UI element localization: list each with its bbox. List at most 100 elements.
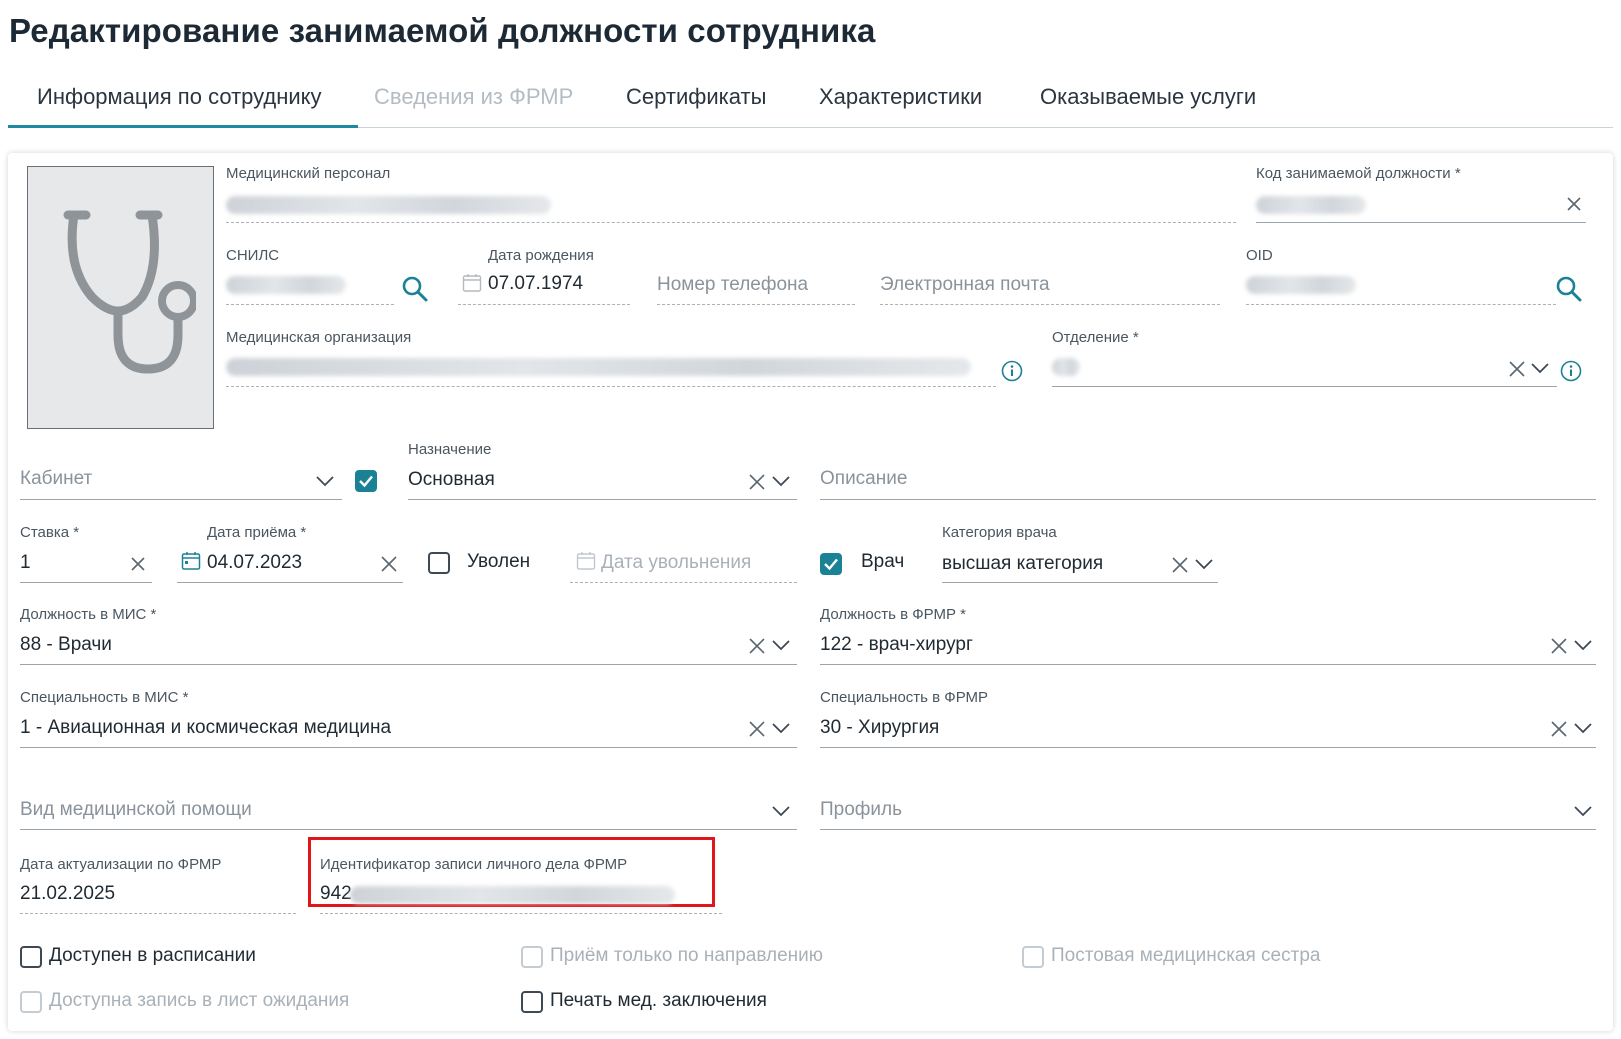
- chevron-down-icon[interactable]: [1574, 805, 1592, 817]
- print-conclusion-checkbox[interactable]: [521, 991, 543, 1013]
- position-code-label: Код занимаемой должности *: [1256, 165, 1461, 182]
- oid-label: OID: [1246, 247, 1273, 264]
- rate-label: Ставка *: [20, 524, 80, 541]
- stethoscope-icon: [56, 207, 196, 382]
- dismissal-date-field: Дата увольнения: [601, 552, 752, 573]
- profile-underline: [820, 829, 1596, 830]
- clear-icon[interactable]: [381, 556, 397, 572]
- assignment-value: Основная: [408, 469, 495, 490]
- snils-value-redacted: [226, 276, 346, 294]
- tab-services[interactable]: Оказываемые услуги: [1040, 84, 1256, 110]
- calendar-icon: [576, 551, 596, 571]
- chevron-down-icon[interactable]: [1531, 362, 1549, 374]
- frmr-record-id-value-redacted: [350, 886, 675, 904]
- frmr-update-date-label: Дата актуализации по ФРМР: [20, 856, 222, 873]
- assignment-select[interactable]: [408, 499, 797, 500]
- profile-select[interactable]: Профиль: [820, 799, 902, 821]
- dismissed-label: Уволен: [467, 551, 531, 572]
- doctor-checkbox[interactable]: [820, 553, 842, 575]
- position-code-field[interactable]: [1256, 222, 1586, 223]
- clear-icon[interactable]: [1509, 361, 1525, 377]
- cabinet-select[interactable]: Кабинет: [20, 468, 92, 490]
- info-icon[interactable]: [1001, 360, 1023, 382]
- mis-position-select[interactable]: [20, 664, 797, 665]
- email-field[interactable]: Электронная почта: [880, 274, 1050, 296]
- hire-date-field-underline: [177, 582, 403, 583]
- frmr-record-id-label: Идентификатор записи личного дела ФРМР: [320, 856, 628, 873]
- phone-field-underline: [657, 304, 855, 305]
- doctor-category-label: Категория врача: [942, 524, 1057, 541]
- chevron-down-icon[interactable]: [316, 475, 334, 487]
- assignment-label: Назначение: [408, 441, 492, 458]
- calendar-icon[interactable]: [181, 551, 201, 571]
- clear-icon[interactable]: [749, 474, 765, 490]
- snils-field[interactable]: [226, 304, 394, 305]
- referral-only-label: Приём только по направлению: [550, 945, 824, 966]
- rate-field-underline: [20, 582, 152, 583]
- clear-icon[interactable]: [1551, 721, 1567, 737]
- medical-organization-field[interactable]: [226, 386, 996, 387]
- tab-certificates[interactable]: Сертификаты: [626, 84, 766, 110]
- hire-date-value[interactable]: 04.07.2023: [207, 552, 302, 574]
- doctor-category-value: высшая категория: [942, 553, 1104, 574]
- birth-date-field[interactable]: [458, 304, 630, 305]
- position-code-value-redacted: [1256, 196, 1366, 214]
- search-icon[interactable]: [1556, 276, 1582, 302]
- chevron-down-icon[interactable]: [772, 475, 790, 487]
- search-icon[interactable]: [402, 276, 428, 302]
- frmr-specialty-select[interactable]: [820, 747, 1596, 748]
- dismissed-checkbox[interactable]: [428, 552, 450, 574]
- chevron-down-icon[interactable]: [1195, 558, 1213, 570]
- doctor-category-select[interactable]: [942, 582, 1218, 583]
- email-field-underline: [880, 304, 1220, 305]
- oid-field[interactable]: [1246, 304, 1556, 305]
- frmr-specialty-label: Специальность в ФРМР: [820, 689, 989, 706]
- mis-specialty-label: Специальность в МИС *: [20, 689, 189, 706]
- chevron-down-icon[interactable]: [1574, 722, 1592, 734]
- tab-active-indicator: [8, 125, 358, 128]
- frmr-record-id-prefix: 942: [320, 883, 352, 904]
- chevron-down-icon[interactable]: [772, 639, 790, 651]
- mis-specialty-select[interactable]: [20, 747, 797, 748]
- clear-icon[interactable]: [749, 638, 765, 654]
- cabinet-checkbox[interactable]: [355, 470, 377, 492]
- birth-date-label: Дата рождения: [488, 247, 594, 264]
- medical-staff-label: Медицинский персонал: [226, 165, 391, 182]
- info-icon[interactable]: [1560, 360, 1582, 382]
- tab-characteristics[interactable]: Характеристики: [819, 84, 982, 110]
- clear-icon[interactable]: [1551, 638, 1567, 654]
- medical-staff-field[interactable]: [226, 222, 1236, 223]
- page-title: Редактирование занимаемой должности сотр…: [9, 12, 876, 49]
- clear-icon[interactable]: [131, 557, 145, 571]
- frmr-position-select[interactable]: [820, 664, 1596, 665]
- medical-organization-value-redacted: [226, 358, 971, 376]
- avatar: [27, 166, 214, 429]
- rate-value[interactable]: 1: [20, 552, 31, 574]
- chevron-down-icon[interactable]: [772, 805, 790, 817]
- clear-icon[interactable]: [749, 721, 765, 737]
- cabinet-field-underline: [20, 499, 342, 500]
- frmr-update-date-value: 21.02.2025: [20, 883, 116, 904]
- chevron-down-icon[interactable]: [772, 722, 790, 734]
- available-in-schedule-checkbox[interactable]: [20, 946, 42, 968]
- chevron-down-icon[interactable]: [1574, 639, 1592, 651]
- birth-date-value: 07.07.1974: [488, 273, 584, 294]
- mis-position-value: 88 - Врачи: [20, 634, 112, 655]
- department-field[interactable]: [1052, 386, 1557, 387]
- phone-field[interactable]: Номер телефона: [657, 274, 808, 296]
- medical-staff-value-redacted: [226, 196, 551, 214]
- frmr-update-date-field: [20, 913, 296, 914]
- clear-icon[interactable]: [1172, 557, 1188, 573]
- tab-employee-info[interactable]: Информация по сотруднику: [37, 84, 322, 110]
- calendar-icon: [462, 273, 482, 293]
- department-value-redacted: [1052, 358, 1080, 376]
- frmr-position-value: 122 - врач-хирург: [820, 634, 973, 655]
- hire-date-label: Дата приёма *: [207, 524, 307, 541]
- description-field[interactable]: Описание: [820, 468, 907, 490]
- available-in-schedule-label: Доступен в расписании: [49, 945, 256, 966]
- clear-icon[interactable]: [1567, 197, 1581, 211]
- department-label: Отделение *: [1052, 329, 1139, 346]
- ward-nurse-label: Постовая медицинская сестра: [1051, 945, 1321, 966]
- care-type-select[interactable]: Вид медицинской помощи: [20, 799, 252, 821]
- snils-label: СНИЛС: [226, 247, 280, 264]
